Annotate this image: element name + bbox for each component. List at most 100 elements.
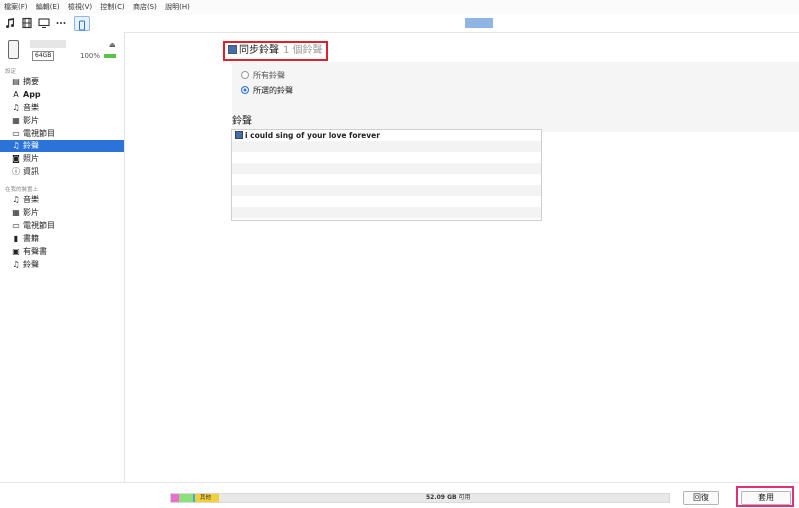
sidebar-item-label: 影片: [23, 116, 39, 125]
sidebar-item-app[interactable]: A App: [0, 89, 124, 101]
radio-selected-tones[interactable]: 所選的鈴聲: [241, 85, 293, 97]
summary-icon: ▤: [12, 77, 20, 86]
radio-empty-icon: [241, 70, 249, 79]
sidebar-item-movies[interactable]: ▦ 影片: [0, 115, 124, 127]
music-icon: ♫: [12, 195, 20, 204]
sidebar-item-photos[interactable]: ◙ 照片: [0, 153, 124, 165]
book-icon: ▮: [13, 234, 19, 243]
sidebar-item-label: 摘要: [23, 77, 39, 86]
sidebar-item-label: 有聲書: [23, 247, 47, 256]
device-item-tv-shows[interactable]: ▭ 電視節目: [0, 220, 124, 232]
menu-controls[interactable]: 控制(C): [100, 3, 124, 11]
settings-section-label: 設定: [5, 69, 17, 75]
menu-store[interactable]: 商店(S): [133, 3, 157, 11]
sidebar-item-info[interactable]: ⓘ 資訊: [0, 166, 124, 178]
revert-button[interactable]: 回復: [683, 491, 719, 505]
bottom-bar: 其他 52.09 GB 可用 回復 套用: [0, 482, 799, 508]
storage-other-label: 其他: [200, 495, 212, 501]
ringtones-list: i could sing of your love forever: [231, 129, 542, 221]
main-content: 同步鈴聲 1 個鈴聲 所有鈴聲 所選的鈴聲 鈴聲 i could sing of …: [125, 32, 799, 482]
radio-all-tones[interactable]: 所有鈴聲: [241, 70, 285, 82]
movie-icon: ▦: [12, 116, 20, 125]
empty-row: [232, 174, 541, 185]
info-icon: ⓘ: [12, 167, 20, 176]
sidebar-item-music[interactable]: ♫ 音樂: [0, 102, 124, 114]
menu-help[interactable]: 說明(H): [165, 3, 190, 11]
device-item-audiobooks[interactable]: ▣ 有聲書: [0, 246, 124, 258]
iphone-thumbnail-icon: [8, 40, 19, 59]
device-header[interactable]: 64GB 100% ⏏: [6, 40, 122, 66]
empty-row: [232, 196, 541, 207]
device-icon[interactable]: [74, 16, 90, 31]
sidebar-item-label: 影片: [23, 208, 39, 217]
empty-row: [232, 141, 541, 152]
tone-count: 1 個鈴聲: [283, 45, 323, 56]
sidebar-item-label: 音樂: [23, 195, 39, 204]
eject-icon[interactable]: ⏏: [109, 41, 116, 49]
storage-free-value: 52.09 GB: [426, 494, 457, 501]
on-device-section-label: 在我的裝置上: [5, 187, 39, 193]
radio-selected-label: 所選的鈴聲: [253, 86, 293, 95]
sidebar-item-label: 書籍: [23, 234, 39, 243]
device-item-books[interactable]: ▮ 書籍: [0, 233, 124, 245]
tv-icon: ▭: [12, 129, 20, 138]
ringtones-heading: 鈴聲: [232, 116, 252, 127]
sidebar-item-tones[interactable]: ♫ 鈴聲: [0, 140, 124, 152]
storage-seg-photos: [171, 494, 179, 502]
more-icon[interactable]: [55, 17, 67, 29]
sidebar-item-label: 電視節目: [23, 221, 55, 230]
menu-view[interactable]: 檢視(V): [68, 3, 92, 11]
list-item[interactable]: i could sing of your love forever: [232, 130, 541, 141]
bell-icon: ♫: [12, 141, 20, 150]
audiobook-icon: ▣: [12, 247, 20, 256]
sidebar-item-label: 音樂: [23, 103, 39, 112]
sync-options-panel: 所有鈴聲 所選的鈴聲: [232, 62, 799, 132]
empty-row: [232, 163, 541, 174]
battery-icon: [104, 54, 116, 58]
empty-row: [232, 185, 541, 196]
storage-seg-apps: [179, 494, 193, 502]
apply-button[interactable]: 套用: [741, 491, 791, 505]
sidebar-item-label: 鈴聲: [23, 141, 39, 150]
device-item-tones[interactable]: ♫ 鈴聲: [0, 259, 124, 271]
capacity-badge: 64GB: [32, 51, 55, 61]
storage-free-label: 52.09 GB 可用: [426, 494, 471, 502]
empty-row: [232, 207, 541, 218]
bell-icon: ♫: [12, 260, 20, 269]
radio-selected-icon: [241, 85, 249, 94]
menu-bar: 檔案(F) 編輯(E) 檢視(V) 控制(C) 商店(S) 說明(H): [0, 0, 799, 14]
empty-row: [232, 152, 541, 163]
app-icon: A: [13, 90, 19, 99]
sync-tones-checkbox[interactable]: 同步鈴聲 1 個鈴聲: [223, 41, 328, 61]
sidebar-item-label: App: [23, 90, 41, 99]
sidebar-item-label: 鈴聲: [23, 260, 39, 269]
sync-tones-label: 同步鈴聲: [239, 45, 279, 56]
checkbox-checked-icon: [228, 44, 237, 54]
toolbar: [0, 14, 799, 33]
status-display: [465, 18, 493, 28]
sidebar-item-label: 照片: [23, 154, 39, 163]
menu-edit[interactable]: 編輯(E): [36, 3, 60, 11]
music-icon[interactable]: [4, 17, 16, 29]
movie-icon: ▦: [12, 208, 20, 217]
checkbox-checked-icon[interactable]: [235, 130, 243, 139]
menu-file[interactable]: 檔案(F): [4, 3, 28, 11]
device-name: [30, 40, 66, 48]
storage-bar: 其他 52.09 GB 可用: [170, 493, 670, 503]
sidebar-item-tv-shows[interactable]: ▭ 電視節目: [0, 128, 124, 140]
tv-icon: ▭: [12, 221, 20, 230]
sidebar: 64GB 100% ⏏ 設定 ▤ 摘要 A App ♫ 音樂 ▦ 影片 ▭ 電視…: [0, 32, 125, 482]
camera-icon: ◙: [12, 154, 20, 163]
radio-all-label: 所有鈴聲: [253, 71, 285, 80]
storage-free-suffix: 可用: [458, 494, 471, 501]
device-item-movies[interactable]: ▦ 影片: [0, 207, 124, 219]
tv-icon[interactable]: [38, 17, 50, 29]
sidebar-item-summary[interactable]: ▤ 摘要: [0, 76, 124, 88]
sidebar-item-label: 資訊: [23, 167, 39, 176]
sidebar-item-label: 電視節目: [23, 129, 55, 138]
iphone-icon: [79, 20, 85, 31]
music-icon: ♫: [12, 103, 20, 112]
device-item-music[interactable]: ♫ 音樂: [0, 194, 124, 206]
movie-icon[interactable]: [21, 17, 33, 29]
battery-percent: 100%: [80, 52, 101, 60]
